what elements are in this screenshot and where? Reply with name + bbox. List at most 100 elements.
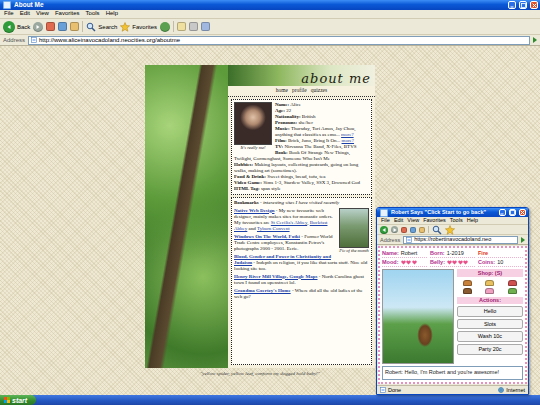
food-icon[interactable] [463, 280, 472, 286]
nav-link[interactable]: quizzes [311, 87, 328, 94]
menu-item[interactable]: Help [467, 217, 478, 224]
go-icon[interactable] [533, 37, 537, 43]
window-title: About Me [14, 1, 505, 9]
stat-value: Robert [401, 250, 418, 257]
back-button[interactable]: Back [3, 21, 30, 33]
forward-button[interactable] [391, 226, 398, 233]
close-button[interactable] [519, 209, 526, 216]
refresh-icon[interactable] [410, 227, 416, 233]
address-field[interactable]: https://robertinavocadoland.neo [403, 236, 518, 244]
bookmark-link[interactable]: Windows On The World, Fotki [234, 234, 300, 239]
stop-icon[interactable] [401, 227, 407, 233]
mail-icon[interactable] [177, 22, 186, 31]
magnifier-icon [432, 225, 442, 235]
go-icon[interactable] [521, 237, 525, 243]
profile-box: It's really me!Name: AliceAge: 22Nationa… [231, 99, 372, 195]
edit-icon[interactable] [201, 22, 210, 31]
maximize-button[interactable] [519, 1, 527, 9]
more-link[interactable]: more? [341, 132, 354, 137]
food-icon[interactable] [485, 280, 494, 286]
action-button[interactable]: Hello [457, 306, 523, 317]
food-icon[interactable] [508, 280, 517, 286]
page-layout: about mehome profile quizzes It's really me… [145, 65, 375, 368]
home-icon[interactable] [419, 227, 425, 233]
menu-item[interactable]: Tools [86, 10, 100, 17]
bookmark-link[interactable]: Henry River Mill Village, Google Maps [234, 274, 318, 279]
star-icon [120, 22, 130, 32]
back-arrow-icon [3, 21, 15, 33]
maximize-button[interactable] [509, 209, 516, 216]
bookmark-link[interactable]: St Cecilia's Abbey [271, 220, 307, 225]
main-column: about mehome profile quizzes It's really me… [228, 65, 375, 368]
popup-window: Robert Says "Click Start to go back"File… [376, 207, 529, 395]
popup-title: Robert Says "Click Start to go back" [391, 209, 496, 216]
home-icon[interactable] [70, 22, 79, 31]
field-label: Video Game: [234, 180, 262, 185]
favorites-button[interactable]: Favorites [120, 22, 157, 32]
action-button[interactable]: Party 20c [457, 344, 523, 355]
photo-caption: It's really me! [234, 145, 272, 151]
bookmark-link[interactable]: Grandma Goertzy's Home [234, 288, 291, 293]
url-text: http://www.aliceinavocadoland.neocities.… [39, 37, 180, 44]
food-icon[interactable] [463, 288, 472, 294]
pic-of-month-photo [339, 208, 369, 248]
menu-item[interactable]: Tools [450, 217, 463, 224]
pet-panel: Name:RobertBorn:1-2019FireMood:Belly:Coi… [378, 246, 527, 384]
toolbar-separator [428, 226, 429, 232]
stop-icon[interactable] [46, 22, 55, 31]
popup-address-bar: Addresshttps://robertinavocadoland.neo [377, 235, 528, 245]
heart-icon [447, 260, 452, 265]
history-icon[interactable] [160, 22, 170, 32]
stat-cell: Mood: [382, 259, 427, 267]
field-value: Nirvanna The Band, X-Files, BTVS [284, 144, 356, 149]
action-button[interactable]: Slots [457, 319, 523, 330]
minimize-button[interactable] [499, 209, 506, 216]
bookmark-link[interactable]: Tyburn Convent [257, 226, 290, 231]
menu-item[interactable]: Edit [20, 10, 30, 17]
nav-link[interactable]: profile [292, 87, 307, 94]
forward-button[interactable] [33, 22, 43, 32]
food-icon[interactable] [508, 288, 517, 294]
shop-grid [457, 279, 523, 295]
menu-item[interactable]: View [36, 10, 49, 17]
nav-link[interactable]: home [276, 87, 288, 94]
menu-item[interactable]: File [381, 217, 390, 224]
stat-value: 10 [497, 259, 503, 266]
menu-item[interactable]: Help [106, 10, 118, 17]
action-button[interactable]: Wash 10c [457, 331, 523, 342]
menu-item[interactable]: File [4, 10, 14, 17]
status-bar: DoneInternet [377, 385, 528, 394]
status-text: Done [388, 387, 401, 393]
menu-item[interactable]: Favorites [55, 10, 80, 17]
field-value: span style [261, 186, 281, 191]
search-button[interactable]: Search [86, 22, 117, 32]
pet-middle: Shop: (S)Actions:HelloSlotsWash 10cParty… [382, 269, 523, 364]
bookmark-entry: Henry River Mill Village, Google Maps - … [234, 274, 369, 286]
back-label: Back [17, 24, 30, 30]
menu-item[interactable]: Edit [394, 217, 403, 224]
menu-item[interactable]: View [407, 217, 419, 224]
more-link[interactable]: more? [342, 138, 355, 143]
profile-field: Hobbies: Making layouts, collecting post… [234, 162, 369, 174]
food-icon[interactable] [485, 288, 494, 294]
close-button[interactable] [530, 1, 538, 9]
back-button[interactable] [380, 226, 388, 234]
popup-title-bar: Robert Says "Click Start to go back" [377, 208, 528, 217]
menu-item[interactable]: Favorites [423, 217, 446, 224]
field-value: Making layouts, collecting postcards, go… [234, 162, 358, 173]
address-field[interactable]: http://www.aliceinavocadoland.neocities.… [28, 36, 530, 45]
start-button[interactable]: start [0, 395, 36, 405]
minimize-button[interactable] [508, 1, 516, 9]
stats-grid: Name:RobertBorn:1-2019FireMood:Belly:Coi… [382, 250, 523, 267]
field-label: TV: [275, 144, 283, 149]
refresh-icon[interactable] [58, 22, 67, 31]
heart-icon [406, 260, 411, 265]
bookmark-text: , [307, 220, 310, 225]
bookmark-link[interactable]: Native Web Design [234, 208, 274, 213]
popup-toolbar [377, 225, 528, 235]
print-icon[interactable] [189, 22, 198, 31]
address-label: Address [3, 37, 25, 43]
page-header: about me [228, 65, 375, 86]
bookmarks-title: Bookmarks [234, 200, 259, 205]
forward-arrow-icon [35, 24, 41, 30]
